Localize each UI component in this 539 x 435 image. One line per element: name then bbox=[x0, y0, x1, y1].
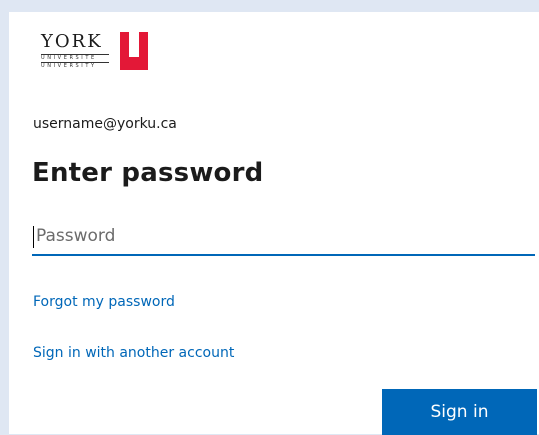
sign-in-another-account-link[interactable]: Sign in with another account bbox=[33, 343, 234, 363]
logo-university-text: UNIVERSITY bbox=[41, 63, 97, 69]
page-title: Enter password bbox=[32, 158, 264, 188]
sign-in-button[interactable]: Sign in bbox=[382, 389, 537, 435]
forgot-password-link[interactable]: Forgot my password bbox=[33, 292, 175, 312]
text-caret bbox=[33, 226, 34, 248]
logo-universite-text: UNIVERSITÉ bbox=[41, 55, 97, 61]
signin-card: YORK UNIVERSITÉ UNIVERSITY username@york… bbox=[9, 12, 539, 435]
password-input[interactable] bbox=[32, 218, 535, 256]
username-display: username@yorku.ca bbox=[33, 116, 177, 132]
logo-york-text: YORK bbox=[41, 31, 103, 52]
york-university-logo: YORK UNIVERSITÉ UNIVERSITY bbox=[32, 24, 150, 76]
logo-u-mark bbox=[120, 32, 148, 70]
